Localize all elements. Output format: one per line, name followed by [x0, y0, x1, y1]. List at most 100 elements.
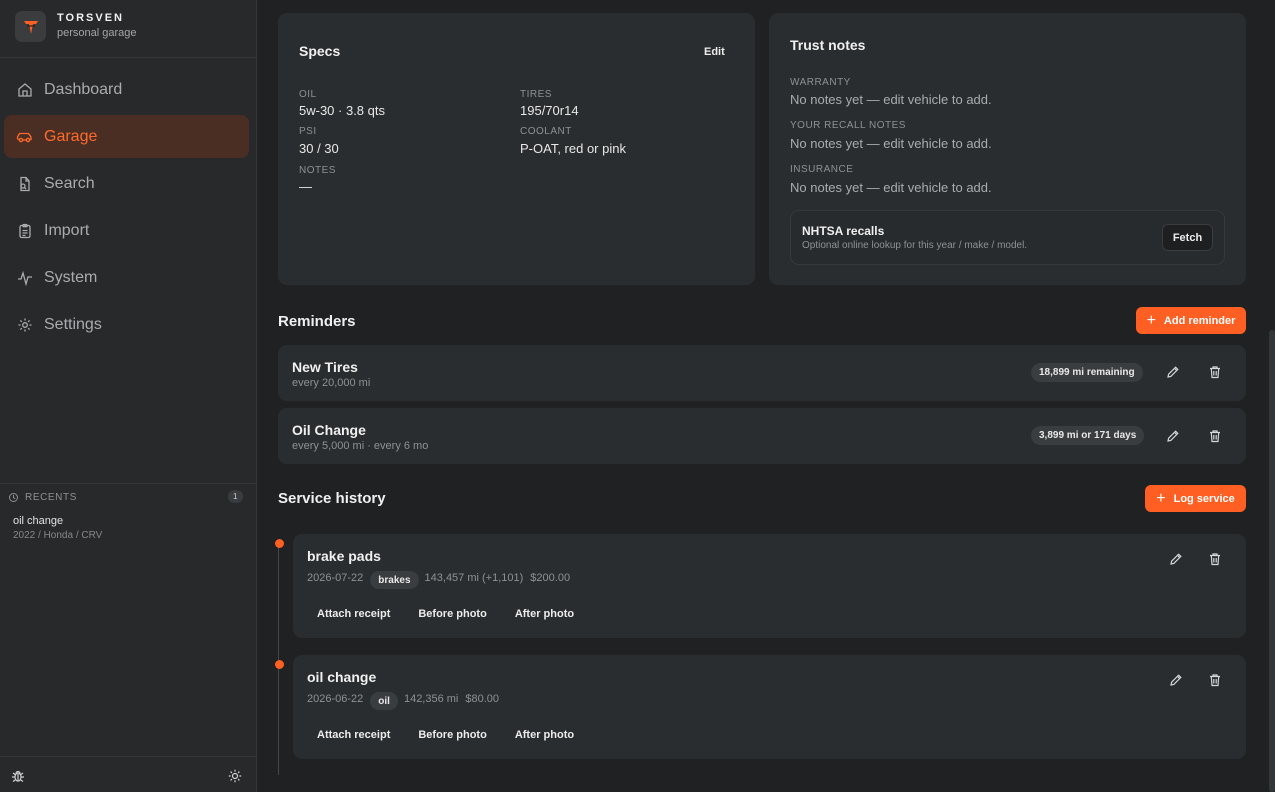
service-entry: brake pads 2026-07-22 brakes 143,457 mi …: [293, 534, 1246, 638]
service-actions: Attach receipt Before photo After photo: [317, 729, 602, 741]
oil-label: OIL: [299, 89, 317, 100]
app-root: TORSVEN personal garage Dashboard Garage…: [0, 0, 1275, 792]
specs-edit-button[interactable]: Edit: [704, 46, 725, 58]
nav-label: Settings: [44, 315, 102, 333]
edit-pencil-icon[interactable]: [1165, 428, 1181, 444]
reminder-row: Oil Change every 5,000 mi · every 6 mo 3…: [278, 408, 1246, 464]
reminders-title: Reminders: [278, 313, 356, 330]
timeline-dot: [275, 660, 284, 669]
brand-header: TORSVEN personal garage: [0, 0, 256, 58]
trust-notes-card: Trust notes WARRANTY No notes yet — edit…: [769, 13, 1246, 285]
service-meta: 2026-06-22 oil 142,356 mi $80.00: [307, 690, 500, 710]
recall-notes-value: No notes yet — edit vehicle to add.: [790, 136, 992, 151]
service-date: 2026-07-22: [307, 572, 364, 584]
recent-item-title: oil change: [13, 515, 64, 527]
tires-value: 195/70r14: [520, 103, 579, 118]
plus-icon: +: [1146, 311, 1156, 329]
trash-icon[interactable]: [1207, 428, 1223, 444]
warranty-label: WARRANTY: [790, 77, 851, 88]
service-date: 2026-06-22: [307, 693, 364, 705]
nav-item-system[interactable]: System: [4, 256, 249, 299]
edit-pencil-icon[interactable]: [1168, 551, 1184, 567]
psi-value: 30 / 30: [299, 141, 339, 156]
notes-label: NOTES: [299, 165, 336, 176]
fetch-button[interactable]: Fetch: [1162, 224, 1213, 251]
log-service-label: Log service: [1173, 492, 1235, 505]
reminder-title: New Tires: [292, 359, 358, 375]
attach-receipt-button[interactable]: Attach receipt: [317, 729, 390, 741]
reminder-status-badge: 18,899 mi remaining: [1031, 363, 1143, 382]
recent-item[interactable]: oil change 2022 / Honda / CRV: [13, 515, 256, 541]
brand-name: TORSVEN: [57, 12, 124, 24]
before-photo-button[interactable]: Before photo: [418, 608, 486, 620]
sidebar: TORSVEN personal garage Dashboard Garage…: [0, 0, 257, 792]
service-cost: $200.00: [530, 572, 571, 584]
add-reminder-label: Add reminder: [1163, 314, 1236, 327]
recents-label: RECENTS: [25, 491, 77, 503]
psi-label: PSI: [299, 126, 317, 137]
after-photo-button[interactable]: After photo: [515, 729, 574, 741]
trash-icon[interactable]: [1207, 364, 1223, 380]
scrollbar[interactable]: [1269, 330, 1275, 792]
bug-icon[interactable]: [11, 769, 25, 783]
brand-subtitle: personal garage: [57, 27, 137, 39]
nav-label: Import: [44, 221, 90, 239]
reminder-row: New Tires every 20,000 mi 18,899 mi rema…: [278, 345, 1246, 401]
edit-pencil-icon[interactable]: [1168, 672, 1184, 688]
service-tag: brakes: [370, 571, 419, 589]
specs-title: Specs: [299, 43, 341, 59]
nav-item-import[interactable]: Import: [4, 209, 249, 252]
edit-pencil-icon[interactable]: [1165, 364, 1181, 380]
tires-label: TIRES: [520, 89, 552, 100]
nav-label: Dashboard: [44, 80, 123, 98]
reminder-interval: every 20,000 mi: [292, 377, 371, 389]
nav-label: System: [44, 268, 98, 286]
activity-icon: [16, 269, 33, 286]
logo-icon: [15, 11, 46, 42]
attach-receipt-button[interactable]: Attach receipt: [317, 608, 390, 620]
search-doc-icon: [16, 175, 33, 192]
trust-notes-title: Trust notes: [790, 37, 866, 53]
service-cost: $80.00: [465, 693, 500, 705]
sidebar-footer: [0, 756, 256, 792]
notes-value: —: [299, 179, 312, 194]
history-icon: [8, 492, 19, 503]
car-icon: [16, 128, 33, 145]
service-actions: Attach receipt Before photo After photo: [317, 608, 602, 620]
plus-icon: +: [1156, 489, 1166, 507]
recents-header: RECENTS 1: [8, 490, 256, 504]
coolant-label: COOLANT: [520, 126, 572, 137]
recents-panel: RECENTS 1 oil change 2022 / Honda / CRV: [0, 483, 256, 541]
trash-icon[interactable]: [1207, 551, 1223, 567]
main-nav: Dashboard Garage Search Import System Se…: [4, 68, 249, 350]
after-photo-button[interactable]: After photo: [515, 608, 574, 620]
reminder-interval: every 5,000 mi · every 6 mo: [292, 440, 429, 452]
nav-item-settings[interactable]: Settings: [4, 303, 249, 346]
nav-item-dashboard[interactable]: Dashboard: [4, 68, 249, 111]
service-title: oil change: [307, 669, 377, 685]
specs-card: Specs Edit OIL 5w-30 · 3.8 qts TIRES 195…: [278, 13, 755, 285]
coolant-value: P-OAT, red or pink: [520, 141, 626, 156]
sun-icon[interactable]: [228, 769, 242, 783]
timeline-dot: [275, 539, 284, 548]
service-odometer: 143,457 mi (+1,101): [424, 572, 524, 584]
oil-value: 5w-30 · 3.8 qts: [299, 103, 385, 118]
service-tag: oil: [370, 692, 398, 710]
nav-item-search[interactable]: Search: [4, 162, 249, 205]
service-odometer: 142,356 mi: [403, 693, 459, 705]
add-reminder-button[interactable]: + Add reminder: [1136, 307, 1246, 334]
warranty-value: No notes yet — edit vehicle to add.: [790, 92, 992, 107]
nhtsa-subtitle: Optional online lookup for this year / m…: [802, 240, 1028, 251]
nav-label: Search: [44, 174, 95, 192]
log-service-button[interactable]: + Log service: [1145, 485, 1246, 512]
nhtsa-title: NHTSA recalls: [802, 224, 885, 238]
before-photo-button[interactable]: Before photo: [418, 729, 486, 741]
nav-item-garage[interactable]: Garage: [4, 115, 249, 158]
reminder-status-badge: 3,899 mi or 171 days: [1031, 426, 1145, 445]
nav-label: Garage: [44, 127, 98, 145]
trash-icon[interactable]: [1207, 672, 1223, 688]
recall-notes-label: YOUR RECALL NOTES: [790, 120, 906, 131]
insurance-value: No notes yet — edit vehicle to add.: [790, 180, 992, 195]
home-icon: [16, 81, 33, 98]
gear-icon: [16, 316, 33, 333]
